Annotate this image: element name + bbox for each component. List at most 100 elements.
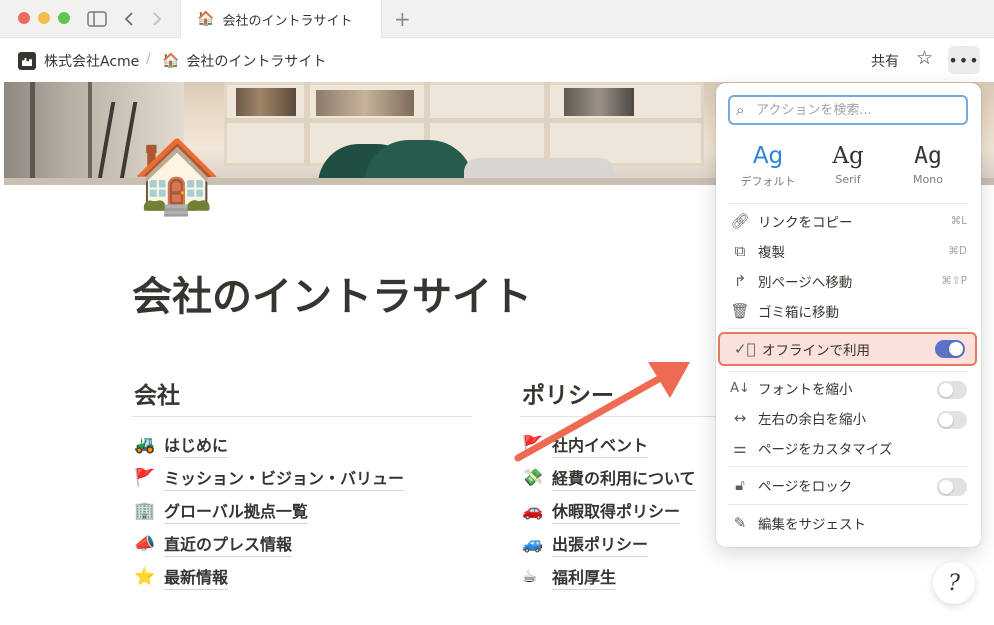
shortcut-hint: ⌘L xyxy=(950,215,967,227)
menu-item-label: フォントを縮小 xyxy=(758,382,853,398)
font-size-icon: A↓ xyxy=(730,380,750,396)
width-arrows-icon: ↔ xyxy=(733,409,747,427)
workspace-logo-icon xyxy=(18,52,36,70)
list-item[interactable]: 🚗 休暇取得ポリシー xyxy=(522,494,696,527)
list-item[interactable]: 🚙 出張ポリシー xyxy=(522,527,696,560)
font-name: Serif xyxy=(835,173,861,186)
breadcrumb-workspace[interactable]: 株式会社Acme xyxy=(18,51,139,71)
sidebar-toggle-icon[interactable] xyxy=(86,9,108,29)
tab-title: 会社のイントラサイト xyxy=(222,13,353,29)
copy-link-menu-item[interactable]: 🔗︎ リンクをコピー ⌘L xyxy=(716,206,981,236)
menu-item-label: リンクをコピー xyxy=(758,215,853,231)
window-zoom-button[interactable] xyxy=(58,12,70,24)
link-icon: 🔗︎ xyxy=(730,212,750,230)
page-title: 会社のイントラサイト xyxy=(132,274,532,320)
move-to-trash-menu-item[interactable]: 🗑︎ ゴミ箱に移動 xyxy=(716,296,981,326)
list-item[interactable]: 🏢 グローバル拠点一覧 xyxy=(134,494,404,527)
font-name: デフォルト xyxy=(740,175,796,188)
forward-arrow-icon[interactable] xyxy=(146,9,168,29)
list-item[interactable]: ☕ 福利厚生 xyxy=(522,560,696,593)
menu-item-label: 左右の余白を縮小 xyxy=(758,412,866,428)
window-close-button[interactable] xyxy=(18,12,30,24)
suggest-edit-icon: ✎ xyxy=(733,514,747,532)
list-item[interactable]: 🚜 はじめに xyxy=(134,428,404,461)
menu-item-label: 編集をサジェスト xyxy=(758,517,866,533)
page-link[interactable]: 出張ポリシー xyxy=(552,531,649,557)
share-button[interactable]: 共有 xyxy=(871,51,899,71)
breadcrumb-separator: / xyxy=(146,51,151,67)
font-sample: Ag xyxy=(914,143,942,169)
workspace-name: 株式会社Acme xyxy=(44,54,140,70)
customize-page-menu-item[interactable]: ⚌ ページをカスタマイズ xyxy=(716,433,981,463)
office-building-icon: 🏢 xyxy=(134,500,156,521)
help-button[interactable]: ? xyxy=(933,562,975,604)
font-option-mono[interactable]: Ag Mono xyxy=(888,141,968,186)
page-house-icon[interactable]: 🏠 xyxy=(132,140,222,212)
full-width-toggle[interactable] xyxy=(937,411,967,429)
menu-divider xyxy=(728,203,968,204)
offline-toggle[interactable] xyxy=(935,340,965,358)
duplicate-menu-item[interactable]: ⧉ 複製 ⌘D xyxy=(716,236,981,266)
search-icon: ⌕ xyxy=(736,101,745,119)
menu-item-label: オフラインで利用 xyxy=(762,343,870,359)
font-option-serif[interactable]: Ag Serif xyxy=(808,141,888,186)
house-icon: 🏠 xyxy=(162,53,180,69)
menu-divider xyxy=(728,328,968,329)
car-icon: 🚗 xyxy=(522,500,544,521)
new-tab-plus-icon[interactable]: + xyxy=(394,7,411,31)
back-arrow-icon[interactable] xyxy=(118,9,140,29)
page-link[interactable]: はじめに xyxy=(164,432,229,458)
action-search-input[interactable] xyxy=(756,102,956,118)
company-links-list: 🚜 はじめに 🚩 ミッション・ビジョン・バリュー 🏢 グローバル拠点一覧 📣 直近のプレ… xyxy=(134,428,405,593)
breadcrumb-page[interactable]: 🏠 会社のイントラサイト xyxy=(162,51,326,71)
heading-divider xyxy=(132,416,472,417)
menu-divider xyxy=(728,466,968,467)
font-option-default[interactable]: Ag デフォルト xyxy=(728,141,808,189)
page-link[interactable]: グローバル拠点一覧 xyxy=(164,498,308,524)
star-icon: ⭐ xyxy=(134,566,156,587)
offline-menu-item[interactable]: ✓⃝ オフラインで利用 xyxy=(718,332,977,366)
font-selector: Ag デフォルト Ag Serif Ag Mono xyxy=(716,141,981,197)
favorite-star-icon[interactable]: ☆ xyxy=(916,47,933,69)
page-link[interactable]: 直近のプレス情報 xyxy=(164,531,293,557)
list-item[interactable]: 🚩 ミッション・ビジョン・バリュー xyxy=(134,461,405,494)
menu-divider xyxy=(728,504,968,505)
page-link[interactable]: 休暇取得ポリシー xyxy=(552,498,681,524)
column-heading-policy: ポリシー xyxy=(522,383,614,409)
list-item[interactable]: 🚩 社内イベント xyxy=(522,428,696,461)
tractor-icon: 🚜 xyxy=(134,434,156,455)
megaphone-icon: 📣 xyxy=(134,533,156,554)
shortcut-hint: ⌘⇧P xyxy=(941,275,967,287)
font-name: Mono xyxy=(913,173,943,186)
lock-page-menu-item[interactable]: 🔓︎ ページをロック xyxy=(716,470,981,500)
small-text-toggle[interactable] xyxy=(937,381,967,399)
action-search-box[interactable]: ⌕ xyxy=(728,95,968,125)
page-link[interactable]: 福利厚生 xyxy=(552,564,617,590)
page-link[interactable]: 経費の利用について xyxy=(552,465,696,491)
menu-item-label: ゴミ箱に移動 xyxy=(758,305,839,321)
more-options-button[interactable]: ••• xyxy=(948,46,980,74)
suggest-edits-menu-item[interactable]: ✎ 編集をサジェスト xyxy=(716,508,981,538)
sliders-icon: ⚌ xyxy=(733,439,747,457)
page-link[interactable]: 社内イベント xyxy=(552,432,649,458)
lock-icon: 🔓︎ xyxy=(735,476,745,494)
font-sample: Ag xyxy=(832,143,864,169)
full-width-menu-item[interactable]: ↔ 左右の余白を縮小 xyxy=(716,403,981,433)
list-item[interactable]: ⭐ 最新情報 xyxy=(134,560,404,593)
menu-item-label: ページをロック xyxy=(758,479,853,495)
trash-icon: 🗑︎ xyxy=(730,302,750,320)
small-text-menu-item[interactable]: A↓ フォントを縮小 xyxy=(716,373,981,403)
list-item[interactable]: 💸 経費の利用について xyxy=(522,461,696,494)
page-link[interactable]: 最新情報 xyxy=(164,564,229,590)
menu-item-label: ページをカスタマイズ xyxy=(758,442,893,458)
lock-page-toggle[interactable] xyxy=(937,478,967,496)
page-link[interactable]: ミッション・ビジョン・バリュー xyxy=(164,465,405,491)
list-item[interactable]: 📣 直近のプレス情報 xyxy=(134,527,404,560)
menu-item-label: 複製 xyxy=(758,245,785,261)
move-to-menu-item[interactable]: ↱ 別ページへ移動 ⌘⇧P xyxy=(716,266,981,296)
duplicate-icon: ⧉ xyxy=(734,242,746,260)
check-circle-icon: ✓⃝ xyxy=(734,340,756,358)
window-minimize-button[interactable] xyxy=(38,12,50,24)
browser-tab[interactable]: 🏠 会社のイントラサイト xyxy=(180,0,382,38)
shortcut-hint: ⌘D xyxy=(948,245,967,257)
